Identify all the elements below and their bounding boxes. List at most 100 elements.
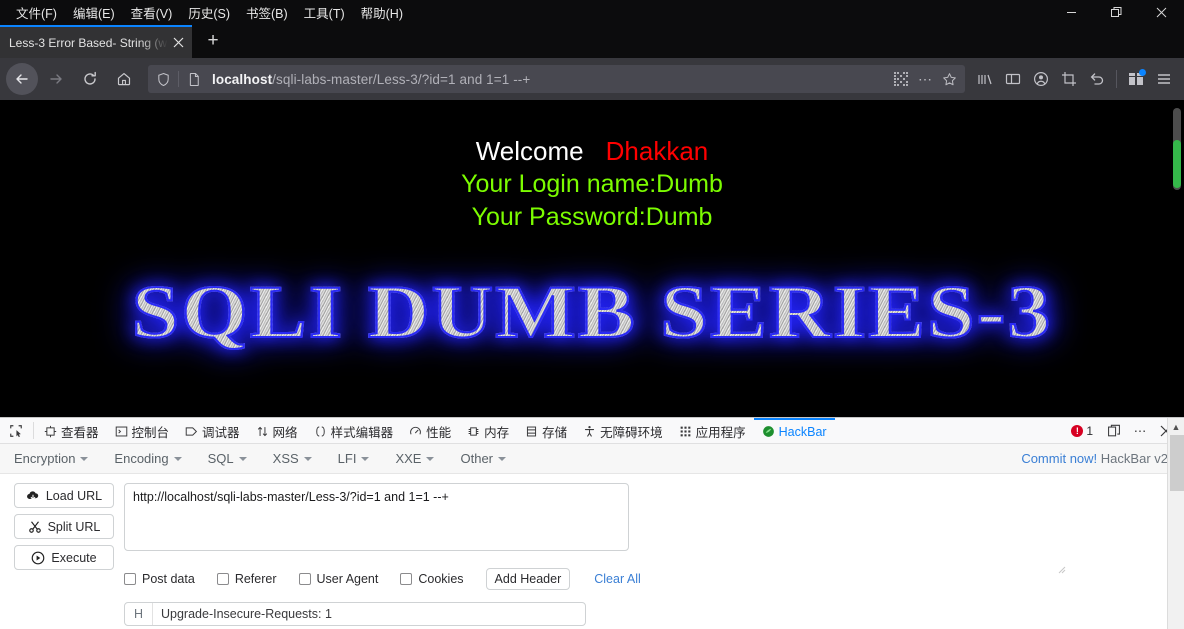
devtools-scrollbar[interactable]: ▲ ▼ bbox=[1167, 418, 1184, 629]
chevron-down-icon bbox=[361, 456, 370, 461]
devtools-tab-memory[interactable]: 内存 bbox=[459, 418, 517, 443]
hackbar-menu-lfi[interactable]: LFI bbox=[338, 451, 382, 466]
textarea-resize-grip[interactable] bbox=[1058, 566, 1066, 574]
split-url-button[interactable]: Split URL bbox=[14, 514, 114, 539]
scissors-icon bbox=[28, 520, 42, 534]
page-scrollbar[interactable] bbox=[1170, 100, 1184, 417]
chevron-down-icon bbox=[80, 456, 89, 461]
performance-icon bbox=[409, 425, 422, 438]
devtools-tab-hackbar[interactable]: HackBar bbox=[753, 418, 835, 443]
menu-item-file[interactable]: 文件(F) bbox=[8, 3, 65, 22]
hackbar-version-area: Commit now! HackBar v2 bbox=[1021, 451, 1184, 466]
new-tab-button[interactable]: + bbox=[198, 26, 228, 56]
menu-item-bookmarks[interactable]: 书签(B) bbox=[238, 3, 296, 22]
undo-icon[interactable] bbox=[1083, 65, 1111, 93]
home-icon[interactable] bbox=[108, 63, 140, 95]
menu-icon[interactable] bbox=[1150, 65, 1178, 93]
address-bar-text[interactable]: localhost/sqli-labs-master/Less-3/?id=1 … bbox=[207, 72, 889, 87]
url-textarea[interactable] bbox=[124, 483, 629, 551]
devtools-ellipsis-icon[interactable]: ⋯ bbox=[1128, 420, 1152, 442]
header-value-input[interactable]: Upgrade-Insecure-Requests: 1 bbox=[153, 603, 585, 625]
hackbar-menu-encoding[interactable]: Encoding bbox=[114, 451, 193, 466]
close-button[interactable] bbox=[1139, 0, 1184, 24]
hackbar-menu-xss[interactable]: XSS bbox=[273, 451, 324, 466]
element-picker-icon[interactable] bbox=[0, 418, 31, 443]
minimize-button[interactable] bbox=[1049, 0, 1094, 24]
qr-code-icon[interactable] bbox=[889, 67, 913, 91]
hackbar-input-area: Post data Referer User Agent Cookie bbox=[114, 483, 1184, 626]
address-bar[interactable]: localhost/sqli-labs-master/Less-3/?id=1 … bbox=[148, 65, 965, 93]
menu-item-view[interactable]: 查看(V) bbox=[123, 3, 181, 22]
checkbox-cookies[interactable]: Cookies bbox=[400, 572, 464, 586]
devtools-tab-inspector[interactable]: 查看器 bbox=[36, 418, 107, 443]
hackbar-menu-sql[interactable]: SQL bbox=[208, 451, 259, 466]
star-icon[interactable] bbox=[937, 67, 961, 91]
add-header-button[interactable]: Add Header bbox=[485, 568, 571, 590]
error-badge[interactable]: ! 1 bbox=[1071, 424, 1093, 438]
checkbox-box[interactable] bbox=[298, 573, 311, 585]
banner-wrap: SQLI DUMB SERIES-3 bbox=[0, 232, 1184, 351]
checkbox-post-data[interactable]: Post data bbox=[124, 572, 195, 586]
inspector-icon bbox=[44, 425, 57, 438]
screenshot-icon[interactable] bbox=[1055, 65, 1083, 93]
checkbox-label: Referer bbox=[234, 572, 277, 586]
forward-arrow-icon[interactable] bbox=[40, 63, 72, 95]
browser-tab-active[interactable]: Less-3 Error Based- String (with T bbox=[0, 25, 192, 58]
devtools-tab-accessibility[interactable]: 无障碍环境 bbox=[575, 418, 671, 443]
restore-button[interactable] bbox=[1094, 0, 1139, 24]
hackbar-button-column: Load URL Split URL Execute bbox=[14, 483, 114, 626]
clear-all-link[interactable]: Clear All bbox=[594, 572, 641, 586]
menu-item-edit[interactable]: 编辑(E) bbox=[65, 3, 123, 22]
hackbar-menu-label: Encryption bbox=[14, 451, 76, 466]
extensions-icon[interactable] bbox=[1122, 65, 1150, 93]
checkbox-referer[interactable]: Referer bbox=[216, 572, 277, 586]
reload-icon[interactable] bbox=[74, 63, 106, 95]
devtools-panel: 查看器 控制台 调试器 网络 样式编辑器 性能 内存 存储 无障碍环境 应用程序… bbox=[0, 417, 1184, 629]
menu-bar: 文件(F) 编辑(E) 查看(V) 历史(S) 书签(B) 工具(T) 帮助(H… bbox=[0, 0, 1184, 24]
menu-item-help[interactable]: 帮助(H) bbox=[353, 3, 411, 22]
menu-item-history[interactable]: 历史(S) bbox=[180, 3, 238, 22]
devtools-tab-label: 无障碍环境 bbox=[600, 426, 663, 440]
menu-item-tools[interactable]: 工具(T) bbox=[296, 3, 353, 22]
devtools-tab-label: 存储 bbox=[542, 426, 568, 440]
scrollbar-up-arrow[interactable]: ▲ bbox=[1168, 418, 1184, 435]
checkbox-user-agent[interactable]: User Agent bbox=[298, 572, 378, 586]
hackbar-menu-label: SQL bbox=[207, 451, 234, 466]
page-icon[interactable] bbox=[181, 66, 207, 92]
hackbar-menu-label: XXE bbox=[395, 451, 422, 466]
split-url-label: Split URL bbox=[47, 519, 101, 534]
devtools-tab-storage[interactable]: 存储 bbox=[517, 418, 575, 443]
cloud-download-icon bbox=[26, 489, 40, 503]
devtools-tab-label: 应用程序 bbox=[695, 426, 746, 440]
checkbox-box[interactable] bbox=[400, 573, 413, 585]
account-icon[interactable] bbox=[1027, 65, 1055, 93]
sidebar-icon[interactable] bbox=[999, 65, 1027, 93]
devtools-tab-application[interactable]: 应用程序 bbox=[671, 418, 754, 443]
shield-icon[interactable] bbox=[150, 66, 176, 92]
ellipsis-icon[interactable]: ⋯ bbox=[913, 67, 937, 91]
checkbox-label: Cookies bbox=[418, 572, 464, 586]
hackbar-menu-xxe[interactable]: XXE bbox=[395, 451, 446, 466]
checkbox-box[interactable] bbox=[216, 573, 229, 585]
execute-button[interactable]: Execute bbox=[14, 545, 114, 570]
dock-icon[interactable] bbox=[1102, 420, 1126, 442]
checkbox-box[interactable] bbox=[124, 573, 136, 585]
hackbar-menu-encryption[interactable]: Encryption bbox=[14, 451, 100, 466]
devtools-tab-console[interactable]: 控制台 bbox=[107, 418, 178, 443]
library-icon[interactable] bbox=[971, 65, 999, 93]
load-url-button[interactable]: Load URL bbox=[14, 483, 114, 508]
execute-label: Execute bbox=[51, 550, 97, 565]
tab-close-icon[interactable] bbox=[168, 33, 188, 53]
devtools-tab-performance[interactable]: 性能 bbox=[401, 418, 459, 443]
chevron-down-icon bbox=[173, 456, 182, 461]
commit-now-link[interactable]: Commit now! bbox=[1021, 451, 1097, 466]
page-scrollbar-thumb[interactable] bbox=[1173, 140, 1181, 188]
devtools-tab-network[interactable]: 网络 bbox=[248, 418, 306, 443]
devtools-scrollbar-thumb[interactable] bbox=[1170, 435, 1184, 491]
back-arrow-icon[interactable] bbox=[6, 63, 38, 95]
url-host: localhost bbox=[212, 71, 273, 87]
devtools-tab-debugger[interactable]: 调试器 bbox=[177, 418, 248, 443]
page-content: Welcome Dhakkan Your Login name:Dumb Your… bbox=[0, 100, 1184, 417]
devtools-tab-style-editor[interactable]: 样式编辑器 bbox=[306, 418, 402, 443]
hackbar-menu-other[interactable]: Other bbox=[460, 451, 518, 466]
